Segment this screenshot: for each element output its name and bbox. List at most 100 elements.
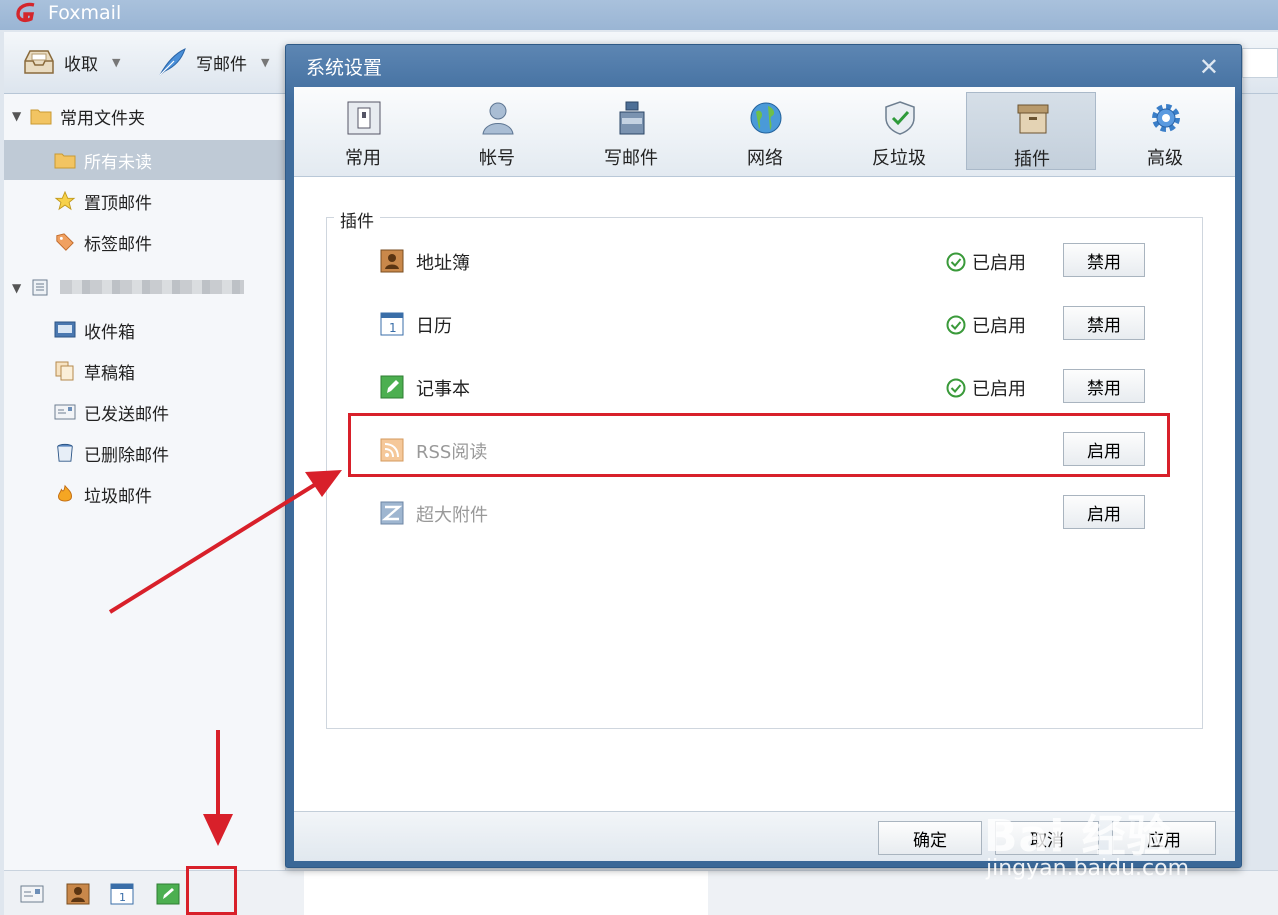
svg-text:1: 1: [389, 321, 397, 335]
folder-label: 收件箱: [84, 322, 135, 343]
plugins-panel: 插件 地址簿 已启用 禁用 1 日历 已启用 禁用 记事本 已启用 禁用 RSS…: [294, 177, 1235, 811]
receive-button[interactable]: 收取 ▼: [22, 44, 120, 80]
ok-button[interactable]: 确定: [878, 821, 982, 855]
plugin-status-label: 已启用: [972, 253, 1026, 274]
folder-all-unread[interactable]: 所有未读: [4, 140, 286, 180]
tab-label: 帐号: [479, 148, 515, 169]
compose-label: 写邮件: [196, 54, 247, 75]
tab-label: 写邮件: [604, 148, 658, 169]
enable-button[interactable]: 启用: [1063, 495, 1145, 529]
tab-compose[interactable]: 写邮件: [566, 92, 696, 170]
tab-network[interactable]: 网络: [700, 92, 830, 170]
folder-icon: [30, 109, 52, 125]
dialog-title: 系统设置: [306, 57, 383, 79]
tab-label: 常用: [345, 148, 381, 169]
antispam-icon: [885, 101, 915, 135]
chevron-down-icon[interactable]: ▼: [112, 56, 120, 69]
folder-inbox[interactable]: 收件箱: [4, 310, 286, 350]
tab-advanced[interactable]: 高级: [1100, 92, 1230, 170]
folder-sent[interactable]: 已发送邮件: [4, 392, 286, 432]
close-icon[interactable]: ✕: [1199, 53, 1219, 81]
mail-icon[interactable]: [20, 883, 44, 905]
plugin-status-label: 已启用: [972, 379, 1026, 400]
favorites-header[interactable]: ▼ 常用文件夹: [4, 96, 286, 136]
tab-account[interactable]: 帐号: [432, 92, 562, 170]
compose-icon: [619, 101, 645, 135]
tab-label: 高级: [1147, 148, 1183, 169]
plugin-status: 已启用: [946, 249, 1026, 275]
plugin-row-addressbook: 地址簿 已启用 禁用: [380, 241, 1150, 281]
group-title: 插件: [334, 207, 380, 232]
plugin-icon: [1017, 104, 1049, 134]
compose-button[interactable]: 写邮件 ▼: [156, 44, 269, 80]
folder-label: 置顶邮件: [84, 193, 152, 214]
folder-label: 垃圾邮件: [84, 486, 152, 507]
settings-tabbar: 常用 帐号 写邮件 网络 反垃圾 插件 高级: [294, 87, 1235, 177]
folder-deleted[interactable]: 已删除邮件: [4, 433, 286, 473]
tab-antispam[interactable]: 反垃圾: [834, 92, 964, 170]
folder-junk[interactable]: 垃圾邮件: [4, 474, 286, 514]
plugin-name: 地址簿: [416, 253, 470, 274]
redacted-account-name: [60, 280, 244, 294]
star-icon: [54, 191, 76, 211]
trash-icon: [57, 443, 73, 462]
tab-general[interactable]: 常用: [298, 92, 428, 170]
foxmail-logo-icon: [16, 2, 35, 23]
calendar-icon: 1: [380, 312, 404, 336]
disable-button[interactable]: 禁用: [1063, 369, 1145, 403]
plugin-row-large-attachment: 超大附件 启用: [380, 493, 1150, 533]
title-bar: Foxmail: [0, 0, 1278, 30]
folder-pinned[interactable]: 置顶邮件: [4, 181, 286, 221]
general-icon: [347, 101, 381, 135]
app-title: Foxmail: [48, 2, 122, 24]
tag-icon: [56, 233, 74, 251]
folder-label: 已删除邮件: [84, 445, 169, 466]
tab-plugins[interactable]: 插件: [966, 92, 1096, 170]
tab-label: 反垃圾: [872, 148, 926, 169]
tab-label: 插件: [1014, 149, 1050, 170]
calendar-icon[interactable]: 1: [110, 883, 134, 905]
folder-label: 已发送邮件: [84, 404, 169, 425]
large-attachment-icon: [380, 501, 404, 525]
check-circle-icon: [946, 252, 966, 272]
feather-pen-icon: [159, 48, 186, 76]
sent-icon: [54, 404, 76, 420]
folder-drafts[interactable]: 草稿箱: [4, 351, 286, 391]
contacts-icon[interactable]: [66, 883, 90, 905]
highlight-box-rss-row: [348, 413, 1170, 477]
plugin-name: 日历: [416, 316, 452, 337]
plugin-status-label: 已启用: [972, 316, 1026, 337]
plugin-name: 记事本: [416, 379, 470, 400]
highlight-box-bottombar-slot: [186, 866, 237, 915]
folder-sidebar: ▼ 常用文件夹 所有未读 置顶邮件 标签邮件 ▼ 收件箱 草稿箱 已发送邮件 已…: [4, 94, 286, 870]
account-header[interactable]: ▼: [4, 268, 286, 308]
network-icon: [750, 102, 782, 134]
receive-label: 收取: [64, 54, 98, 75]
expand-arrow-icon[interactable]: ▼: [12, 109, 21, 123]
folder-label: 标签邮件: [84, 234, 152, 255]
check-circle-icon: [946, 315, 966, 335]
plugin-status: 已启用: [946, 375, 1026, 401]
check-circle-icon: [946, 378, 966, 398]
module-switcher-bar: 1: [4, 870, 304, 915]
expand-arrow-icon[interactable]: ▼: [12, 281, 21, 295]
junk-icon: [58, 484, 72, 502]
account-icon: [482, 102, 514, 135]
plugin-name: 超大附件: [416, 505, 488, 526]
inbox-icon: [54, 321, 76, 338]
watermark-brand: Bai 经验: [984, 811, 1172, 862]
folder-icon: [54, 153, 76, 169]
notes-icon[interactable]: [156, 883, 180, 905]
watermark-url: jingyan.baidu.com: [986, 856, 1190, 881]
chevron-down-icon[interactable]: ▼: [261, 56, 269, 69]
svg-text:1: 1: [119, 891, 126, 904]
disable-button[interactable]: 禁用: [1063, 306, 1145, 340]
advanced-icon: [1152, 104, 1180, 132]
baidu-jingyan-watermark: Bai 经验 jingyan.baidu.com: [978, 800, 1238, 890]
favorites-header-label: 常用文件夹: [60, 108, 145, 129]
folder-tagged[interactable]: 标签邮件: [4, 222, 286, 262]
plugin-row-notepad: 记事本 已启用 禁用: [380, 367, 1150, 407]
search-box-edge[interactable]: [1242, 48, 1278, 78]
plugin-status: 已启用: [946, 312, 1026, 338]
disable-button[interactable]: 禁用: [1063, 243, 1145, 277]
